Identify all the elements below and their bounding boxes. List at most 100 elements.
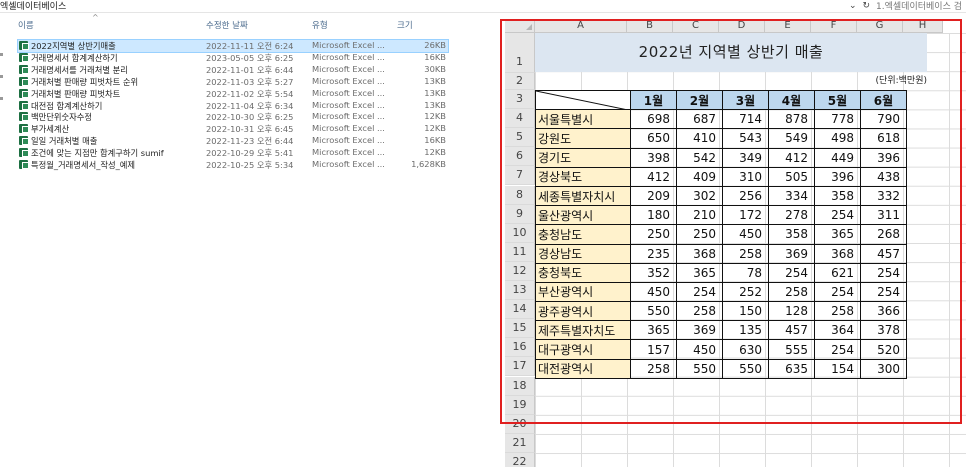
- folder-path-label[interactable]: 엑셀데이터베이스: [0, 0, 66, 12]
- value-cell[interactable]: 457: [860, 243, 907, 264]
- row-header[interactable]: 5: [505, 128, 535, 148]
- value-cell[interactable]: 254: [860, 281, 907, 303]
- value-cell[interactable]: 210: [676, 205, 723, 226]
- value-cell[interactable]: 258: [814, 301, 861, 322]
- region-cell[interactable]: 충청북도: [535, 262, 631, 283]
- value-cell[interactable]: 209: [630, 185, 677, 207]
- value-cell[interactable]: 550: [676, 358, 723, 379]
- value-cell[interactable]: 358: [768, 224, 815, 245]
- value-cell[interactable]: 254: [860, 262, 907, 283]
- column-header[interactable]: A: [535, 20, 627, 33]
- value-cell[interactable]: 254: [814, 205, 861, 226]
- file-row[interactable]: 일일 거래처별 매출 2022-11-23 오전 6:44 Microsoft Ex…: [18, 135, 448, 147]
- region-cell[interactable]: 대구광역시: [535, 339, 631, 360]
- value-cell[interactable]: 254: [768, 262, 815, 283]
- region-cell[interactable]: 충청남도: [535, 224, 631, 245]
- region-cell[interactable]: 광주광역시: [535, 301, 631, 322]
- file-row[interactable]: 거래처별 판매량 피벗차트 순위 2022-11-03 오후 5:27 Micros…: [18, 76, 448, 88]
- value-cell[interactable]: 409: [676, 166, 723, 187]
- file-row[interactable]: 거래처별 판매량 피벗차트 2022-11-02 오후 5:54 Microsoft…: [18, 88, 448, 100]
- value-cell[interactable]: 254: [814, 339, 861, 360]
- column-header-name[interactable]: 이름: [18, 19, 34, 31]
- value-cell[interactable]: 550: [722, 358, 769, 379]
- region-cell[interactable]: 경상북도: [535, 166, 631, 187]
- row-header[interactable]: 17: [505, 357, 535, 377]
- value-cell[interactable]: 250: [676, 224, 723, 245]
- value-cell[interactable]: 457: [768, 320, 815, 341]
- value-cell[interactable]: 687: [676, 109, 723, 130]
- value-cell[interactable]: 412: [768, 147, 815, 168]
- month-header-cell[interactable]: 1월: [630, 89, 677, 111]
- file-row[interactable]: 거래명세서를 거래처별 분리 2022-11-01 오후 6:44 Microsof…: [18, 64, 448, 76]
- value-cell[interactable]: 412: [630, 166, 677, 187]
- column-header[interactable]: G: [857, 20, 903, 33]
- search-box[interactable]: 1.엑셀데이터베이스 검: [876, 0, 962, 12]
- month-header-cell[interactable]: 5월: [814, 89, 861, 111]
- region-cell[interactable]: 경기도: [535, 147, 631, 168]
- value-cell[interactable]: 714: [722, 109, 769, 130]
- value-cell[interactable]: 254: [676, 281, 723, 303]
- region-cell[interactable]: 서울특별시: [535, 109, 631, 130]
- value-cell[interactable]: 555: [768, 339, 815, 360]
- value-cell[interactable]: 258: [722, 243, 769, 264]
- diagonal-header-cell[interactable]: [535, 89, 631, 111]
- row-header[interactable]: 21: [505, 433, 535, 453]
- value-cell[interactable]: 438: [860, 166, 907, 187]
- value-cell[interactable]: 396: [860, 147, 907, 168]
- month-header-cell[interactable]: 3월: [722, 89, 769, 111]
- unit-label-cell[interactable]: (단위:백만원): [535, 73, 927, 90]
- value-cell[interactable]: 311: [860, 205, 907, 226]
- row-header[interactable]: 9: [505, 204, 535, 224]
- value-cell[interactable]: 128: [768, 301, 815, 322]
- value-cell[interactable]: 549: [768, 128, 815, 149]
- value-cell[interactable]: 180: [630, 205, 677, 226]
- value-cell[interactable]: 256: [722, 185, 769, 207]
- region-cell[interactable]: 세종특별자치시: [535, 185, 631, 207]
- row-header[interactable]: 16: [505, 338, 535, 358]
- value-cell[interactable]: 352: [630, 262, 677, 283]
- value-cell[interactable]: 250: [630, 224, 677, 245]
- file-row[interactable]: 특정월_거래명세서_작성_예제 2022-10-25 오후 5:34 Microso…: [18, 159, 448, 171]
- value-cell[interactable]: 449: [814, 147, 861, 168]
- column-header[interactable]: F: [811, 20, 857, 33]
- row-header[interactable]: 12: [505, 261, 535, 281]
- chevron-down-icon[interactable]: ⌄: [849, 1, 857, 11]
- file-row[interactable]: 백만단위숫자수정 2022-10-30 오후 6:25 Microsoft Exce…: [18, 111, 448, 123]
- month-header-cell[interactable]: 2월: [676, 89, 723, 111]
- sheet-title-cell[interactable]: 2022년 지역별 상반기 매출: [535, 33, 927, 72]
- row-header[interactable]: 11: [505, 242, 535, 262]
- value-cell[interactable]: 258: [768, 281, 815, 303]
- row-header[interactable]: 2: [505, 73, 535, 90]
- column-header[interactable]: H: [903, 20, 943, 33]
- value-cell[interactable]: 364: [814, 320, 861, 341]
- value-cell[interactable]: 365: [676, 262, 723, 283]
- value-cell[interactable]: 172: [722, 205, 769, 226]
- value-cell[interactable]: 398: [630, 147, 677, 168]
- column-header-date[interactable]: 수정한 날짜: [206, 19, 248, 31]
- value-cell[interactable]: 505: [768, 166, 815, 187]
- row-header[interactable]: 4: [505, 109, 535, 129]
- value-cell[interactable]: 410: [676, 128, 723, 149]
- value-cell[interactable]: 310: [722, 166, 769, 187]
- file-row[interactable]: 거래명세서 합계계산하기 2023-05-05 오후 6:25 Microsoft …: [18, 52, 448, 64]
- value-cell[interactable]: 368: [814, 243, 861, 264]
- row-header[interactable]: 18: [505, 376, 535, 396]
- row-header[interactable]: 3: [505, 90, 535, 110]
- row-header[interactable]: 7: [505, 166, 535, 186]
- value-cell[interactable]: 268: [860, 224, 907, 245]
- value-cell[interactable]: 365: [814, 224, 861, 245]
- value-cell[interactable]: 135: [722, 320, 769, 341]
- file-row[interactable]: 조건에 맞는 지점만 합계구하기 sumif 2022-10-29 오후 5:41…: [18, 147, 448, 159]
- value-cell[interactable]: 258: [676, 301, 723, 322]
- value-cell[interactable]: 254: [814, 281, 861, 303]
- file-row[interactable]: 부가세계산 2022-10-31 오후 6:45 Microsoft Excel .…: [18, 123, 448, 135]
- value-cell[interactable]: 618: [860, 128, 907, 149]
- value-cell[interactable]: 498: [814, 128, 861, 149]
- value-cell[interactable]: 278: [768, 205, 815, 226]
- file-row[interactable]: 대전점 합계계산하기 2022-11-04 오후 6:34 Microsoft Ex…: [18, 100, 448, 112]
- value-cell[interactable]: 235: [630, 243, 677, 264]
- row-header[interactable]: 6: [505, 147, 535, 167]
- value-cell[interactable]: 698: [630, 109, 677, 130]
- file-row[interactable]: 2022지역별 상반기매출 2022-11-11 오전 6:24 Microsoft…: [17, 39, 449, 53]
- column-header[interactable]: C: [673, 20, 719, 33]
